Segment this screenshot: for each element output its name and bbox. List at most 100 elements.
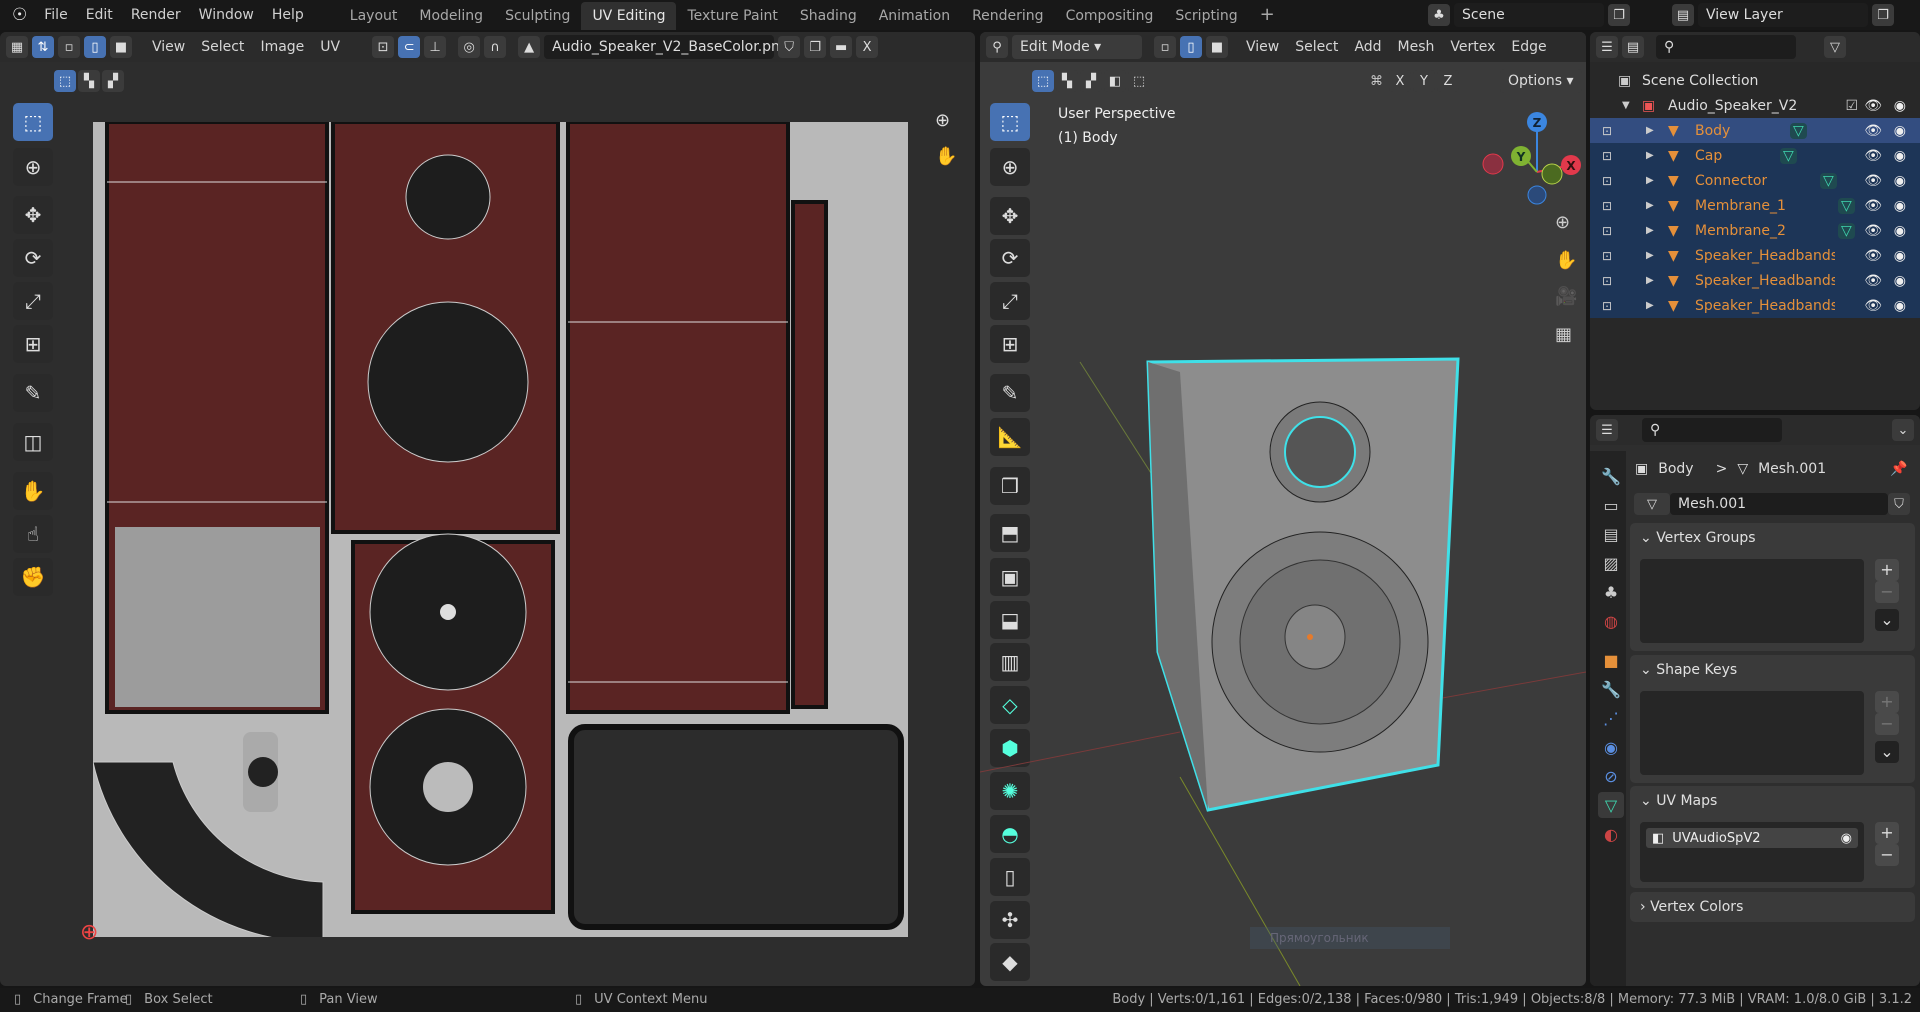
mesh-data-icon[interactable]: ▽ — [1838, 222, 1855, 239]
open-image-icon[interactable]: ▬ — [830, 36, 853, 58]
properties-tab-data-icon[interactable]: ▽ — [1598, 792, 1624, 818]
expand-icon[interactable]: ▶ — [1646, 150, 1654, 161]
visibility-eye-icon[interactable]: 👁 — [1864, 273, 1882, 289]
edit-mode-toggle-icon[interactable]: ⊡ — [1602, 124, 1612, 138]
filter-icon[interactable]: ▽ — [1824, 36, 1846, 58]
mesh-data-icon[interactable]: ▽ — [1820, 172, 1837, 189]
add-shape-key-button[interactable]: + — [1875, 691, 1899, 713]
properties-tab-tool-icon[interactable]: 🔧 — [1598, 463, 1624, 489]
render-camera-icon[interactable]: ◉ — [1894, 123, 1906, 139]
display-mode-icon[interactable]: ☰ — [1596, 36, 1618, 58]
uv-menu-select[interactable]: Select — [193, 39, 252, 55]
expand-icon[interactable]: ▶ — [1646, 200, 1654, 211]
render-camera-icon[interactable]: ◉ — [1894, 98, 1906, 114]
tab-modeling[interactable]: Modeling — [408, 2, 494, 30]
visibility-eye-icon[interactable]: 👁 — [1864, 198, 1882, 214]
visibility-eye-icon[interactable]: 👁 — [1864, 248, 1882, 264]
proportional-edit-icon[interactable]: ◎ — [458, 36, 481, 58]
tab-layout[interactable]: Layout — [339, 2, 409, 30]
visibility-eye-icon[interactable]: 👁 — [1864, 98, 1882, 114]
mesh-data-icon[interactable]: ▽ — [1780, 147, 1797, 164]
vertex-select-icon[interactable]: ▫ — [58, 36, 80, 58]
uv-menu-view[interactable]: View — [144, 39, 193, 55]
properties-tab-output-icon[interactable]: ▤ — [1598, 521, 1624, 547]
blender-logo-icon[interactable]: ☉ — [0, 5, 35, 25]
menu-edit[interactable]: Edit — [77, 0, 122, 30]
annotate-tool-icon[interactable]: ✎ — [13, 374, 53, 412]
outliner-object-row[interactable]: ⊡ ▶ ▼ Connector ▽ 👁 ◉ — [1590, 168, 1920, 193]
editor-type-icon[interactable]: ☰ — [1596, 419, 1618, 441]
rip-tool-icon[interactable]: ◫ — [13, 423, 53, 461]
outliner-object-row[interactable]: ⊡ ▶ ▼ Speaker_Headbands_2 👁 ◉ — [1590, 268, 1920, 293]
collection-row[interactable]: ▼ ▣ Audio_Speaker_V2 ☑ 👁 ◉ — [1590, 93, 1920, 118]
expand-icon[interactable]: ▶ — [1646, 275, 1654, 286]
unlink-image-button[interactable]: X — [856, 36, 879, 58]
menu-window[interactable]: Window — [190, 0, 263, 30]
remove-shape-key-button[interactable]: − — [1875, 713, 1899, 735]
2d-cursor-icon[interactable]: ⊕ — [80, 920, 98, 945]
view-layer-field[interactable]: View Layer — [1698, 3, 1868, 27]
expand-icon[interactable]: ▶ — [1646, 225, 1654, 236]
render-camera-icon[interactable]: ◉ — [1894, 223, 1906, 239]
menu-render[interactable]: Render — [122, 0, 190, 30]
outliner-object-row[interactable]: ⊡ ▶ ▼ Membrane_1 ▽ 👁 ◉ — [1590, 193, 1920, 218]
relax-tool-icon[interactable]: ☝ — [13, 515, 53, 553]
snap-icon[interactable]: ⊂ — [398, 36, 421, 58]
tab-sculpting[interactable]: Sculpting — [494, 2, 581, 30]
face-select-icon[interactable]: ■ — [110, 36, 132, 58]
properties-tab-particles-icon[interactable]: ⋰ — [1598, 705, 1624, 731]
tab-uv-editing[interactable]: UV Editing — [581, 2, 677, 30]
remove-vertex-group-button[interactable]: − — [1875, 581, 1899, 603]
outliner-object-row[interactable]: ⊡ ▶ ▼ Cap ▽ 👁 ◉ — [1590, 143, 1920, 168]
vertex-group-specials-button[interactable]: ⌄ — [1875, 609, 1899, 631]
outliner-object-row[interactable]: ⊡ ▶ ▼ Speaker_Headbands_1 👁 ◉ — [1590, 243, 1920, 268]
visibility-eye-icon[interactable]: 👁 — [1864, 148, 1882, 164]
snap-target-icon[interactable]: ⊥ — [424, 36, 447, 58]
scene-collection-row[interactable]: ▣ Scene Collection — [1590, 68, 1920, 93]
uv-map-item[interactable]: ◧ UVAudioSpV2 ◉ — [1646, 828, 1858, 848]
tab-scripting[interactable]: Scripting — [1164, 2, 1248, 30]
uv-maps-list[interactable]: ◧ UVAudioSpV2 ◉ — [1640, 822, 1864, 882]
edit-mode-toggle-icon[interactable]: ⊡ — [1602, 249, 1612, 263]
select-mode-subtract-icon[interactable]: ▞ — [102, 70, 124, 92]
edit-mode-toggle-icon[interactable]: ⊡ — [1602, 174, 1612, 188]
uv-menu-uv[interactable]: UV — [312, 39, 348, 55]
render-camera-icon[interactable]: ◉ — [1894, 148, 1906, 164]
expand-icon[interactable]: ▶ — [1646, 250, 1654, 261]
view-layer-icon[interactable]: ▤ — [1672, 4, 1694, 26]
visibility-eye-icon[interactable]: 👁 — [1864, 173, 1882, 189]
active-render-camera-icon[interactable]: ◉ — [1841, 831, 1852, 846]
properties-tab-modifiers-icon[interactable]: 🔧 — [1598, 676, 1624, 702]
vertex-colors-header[interactable]: › Vertex Colors — [1630, 892, 1915, 922]
tab-animation[interactable]: Animation — [868, 2, 961, 30]
visibility-eye-icon[interactable]: 👁 — [1864, 123, 1882, 139]
remove-uv-map-button[interactable]: − — [1875, 844, 1899, 866]
new-scene-icon[interactable]: ❐ — [1608, 4, 1630, 26]
outliner-object-row[interactable]: ⊡ ▶ ▼ Speaker_Headbands_3 👁 ◉ — [1590, 293, 1920, 318]
image-name-field[interactable]: Audio_Speaker_V2_BaseColor.png — [544, 35, 789, 59]
properties-tab-world-icon[interactable]: ◍ — [1598, 608, 1624, 634]
editor-type-icon[interactable]: ▦ — [6, 36, 28, 58]
properties-tab-constraints-icon[interactable]: ⊘ — [1598, 763, 1624, 789]
shape-key-specials-button[interactable]: ⌄ — [1875, 741, 1899, 763]
pinch-tool-icon[interactable]: ✊ — [13, 558, 53, 596]
select-mode-new-icon[interactable]: ⬚ — [54, 70, 76, 92]
add-workspace-button[interactable]: + — [1249, 1, 1286, 29]
view-layer-filter-icon[interactable]: ▤ — [1622, 36, 1644, 58]
properties-tab-render-icon[interactable]: ▭ — [1598, 492, 1624, 518]
expand-icon[interactable]: ▶ — [1646, 125, 1654, 136]
add-uv-map-button[interactable]: + — [1875, 822, 1899, 844]
vertex-groups-header[interactable]: ⌄ Vertex Groups — [1630, 523, 1915, 553]
expand-icon[interactable]: ▶ — [1646, 300, 1654, 311]
cursor-tool-icon[interactable]: ⊕ — [13, 148, 53, 186]
rotate-tool-icon[interactable]: ⟳ — [13, 239, 53, 277]
properties-tab-view-layer-icon[interactable]: ▨ — [1598, 550, 1624, 576]
pin-icon[interactable]: 📌 — [1890, 461, 1907, 477]
exclude-checkbox[interactable]: ☑ — [1845, 98, 1858, 114]
outliner-object-row[interactable]: ⊡ ▶ ▼ Body ▽ 👁 ◉ — [1590, 118, 1920, 143]
mesh-data-icon[interactable]: ▽ — [1838, 197, 1855, 214]
edit-mode-toggle-icon[interactable]: ⊡ — [1602, 149, 1612, 163]
shape-keys-header[interactable]: ⌄ Shape Keys — [1630, 655, 1915, 685]
select-box-tool-icon[interactable]: ⬚ — [13, 103, 53, 141]
zoom-view-icon[interactable]: ⊕ — [935, 110, 950, 131]
